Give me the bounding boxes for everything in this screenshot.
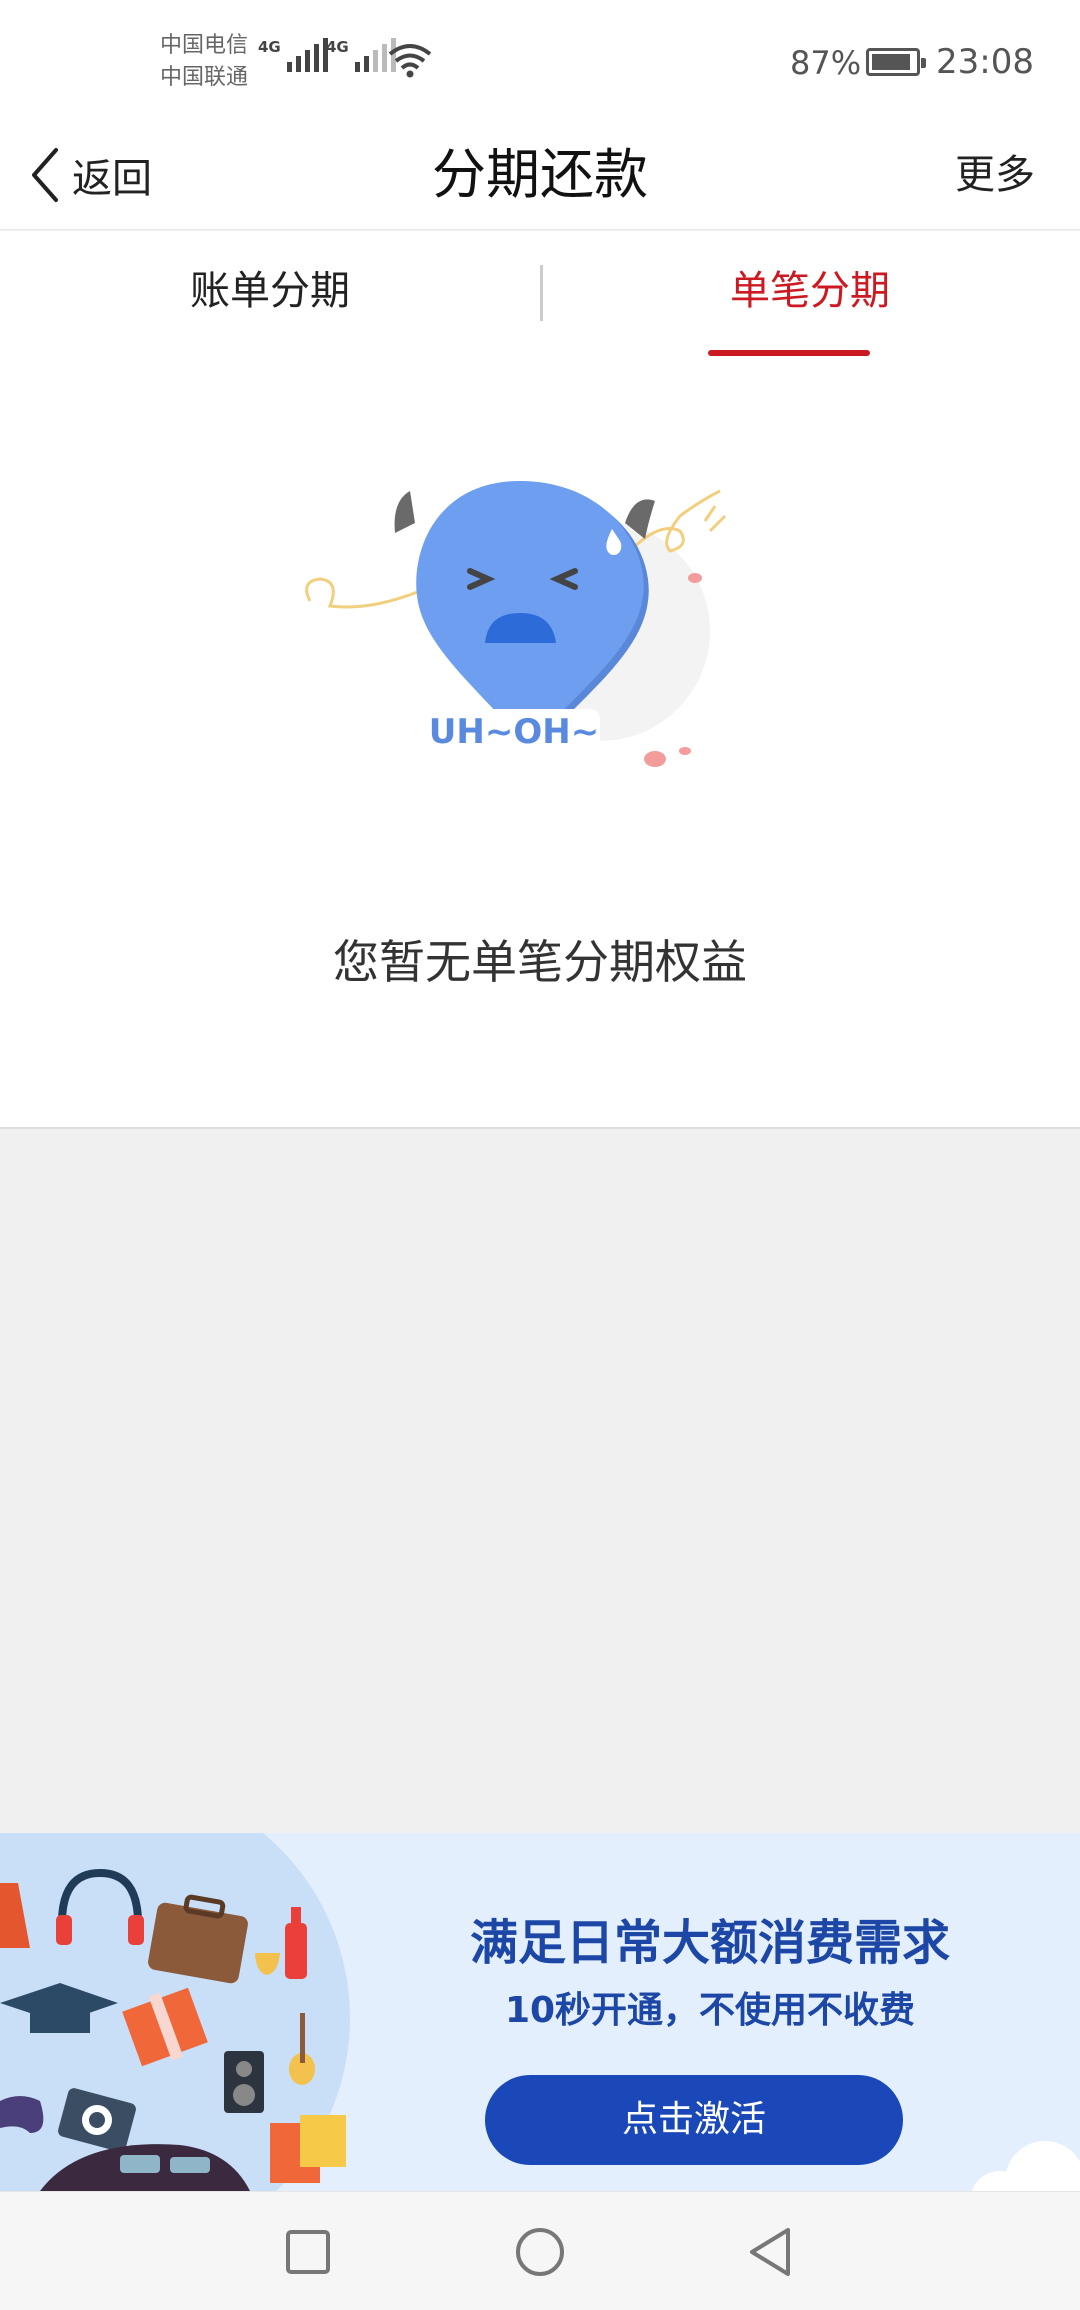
carrier-names: 中国电信 中国联通 [160, 30, 248, 94]
top-navbar: 返回 分期还款 更多 [0, 120, 1080, 230]
network-type-2: 4G [326, 38, 349, 56]
cloud-decoration [971, 2141, 1080, 2191]
network-type-1: 4G [258, 38, 281, 56]
tab-single-installment[interactable]: 单笔分期 [540, 231, 1080, 361]
carrier-1: 中国电信 [160, 33, 249, 58]
recents-button[interactable] [248, 2192, 368, 2310]
tab-bill-installment[interactable]: 账单分期 [0, 231, 540, 361]
more-button[interactable]: 更多 [955, 120, 1035, 230]
banner-title: 满足日常大额消费需求 [469, 1915, 950, 1971]
promo-banner[interactable]: 满足日常大额消费需求 10秒开通，不使用不收费 点击激活 [0, 1833, 1080, 2191]
home-circle-icon [516, 2227, 564, 2276]
activate-button[interactable]: 点击激活 [485, 2075, 903, 2165]
back-label: 返回 [72, 156, 152, 202]
signal-icon: 4G [258, 38, 328, 72]
battery-icon [866, 48, 926, 76]
active-tab-indicator [708, 350, 870, 356]
sad-mascot-illustration: UH~OH~ [305, 481, 727, 767]
back-button[interactable]: 返回 [30, 130, 152, 220]
home-button[interactable] [480, 2192, 600, 2310]
back-triangle-icon [750, 2227, 790, 2276]
shopping-items-illustration [0, 1833, 350, 2191]
empty-message: 您暂无单笔分期权益 [333, 935, 747, 989]
page-title: 分期还款 [432, 143, 648, 206]
signal-icon-2: 4G [326, 38, 396, 72]
uh-oh-badge: UH~OH~ [429, 712, 599, 752]
battery-percent: 87% [790, 44, 862, 82]
banner-subtitle: 10秒开通，不使用不收费 [504, 1990, 916, 2031]
carrier-2: 中国联通 [160, 65, 249, 90]
wifi-icon [388, 44, 432, 78]
clock: 23:08 [936, 42, 1034, 82]
empty-state: UH~OH~ 您暂无单笔分期权益 [0, 361, 1080, 1129]
status-bar: 中国电信 中国联通 4G 4G 87% 23:08 [0, 0, 1080, 120]
chevron-left-icon [32, 148, 58, 202]
tab-bar: 账单分期 单笔分期 [0, 231, 1080, 361]
recents-square-icon [286, 2229, 330, 2274]
system-back-button[interactable] [710, 2192, 830, 2310]
system-navigation-bar [0, 2191, 1080, 2310]
